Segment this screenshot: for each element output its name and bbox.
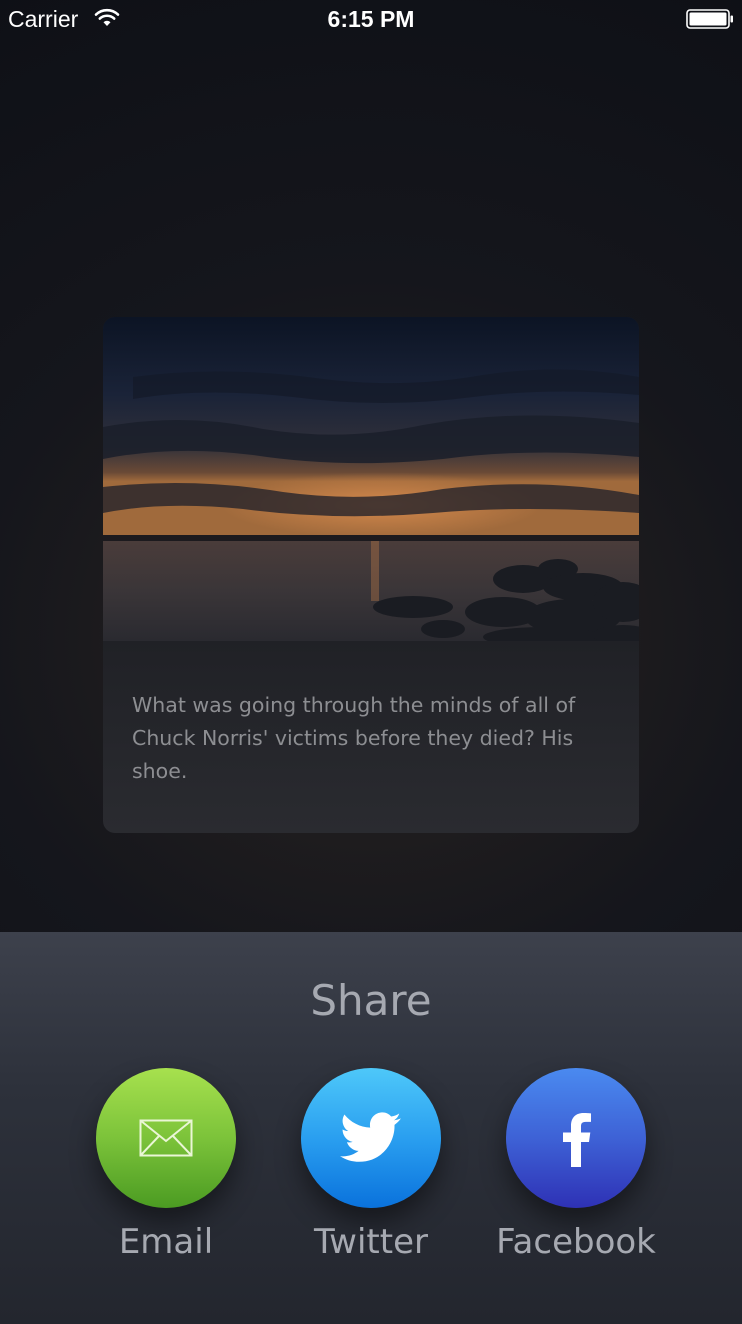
share-facebook-button[interactable]: Facebook bbox=[466, 1068, 686, 1262]
facebook-f-icon bbox=[563, 1113, 591, 1167]
status-bar: Carrier 6:15 PM bbox=[0, 0, 742, 40]
sunset-lake-photo bbox=[103, 317, 639, 641]
twitter-bird-icon bbox=[340, 1112, 401, 1162]
facebook-label: Facebook bbox=[496, 1222, 656, 1262]
battery-icon bbox=[686, 9, 733, 29]
email-label: Email bbox=[118, 1222, 214, 1262]
clock: 6:15 PM bbox=[327, 6, 415, 32]
envelope-icon bbox=[139, 1119, 193, 1157]
email-circle[interactable] bbox=[96, 1068, 236, 1208]
share-twitter-button[interactable]: Twitter bbox=[261, 1068, 481, 1262]
joke-text: What was going through the minds of all … bbox=[132, 693, 576, 783]
share-title: Share bbox=[310, 976, 432, 1025]
twitter-label: Twitter bbox=[314, 1222, 428, 1262]
facebook-circle[interactable] bbox=[506, 1068, 646, 1208]
share-sheet: Share Email Twitter Facebook bbox=[0, 932, 742, 1324]
twitter-circle[interactable] bbox=[301, 1068, 441, 1208]
joke-card: What was going through the minds of all … bbox=[103, 317, 639, 833]
share-email-button[interactable]: Email bbox=[56, 1068, 276, 1262]
